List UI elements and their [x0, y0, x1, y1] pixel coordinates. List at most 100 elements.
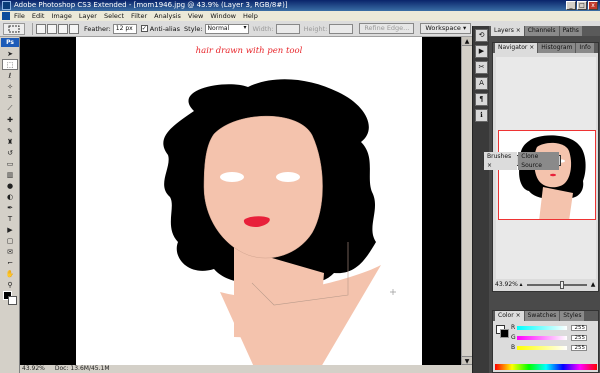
- gradient-tool-icon[interactable]: ▥: [2, 169, 18, 180]
- feather-input[interactable]: 12 px: [112, 23, 137, 34]
- eraser-tool-icon[interactable]: ▭: [2, 158, 18, 169]
- background-color-swatch[interactable]: [8, 296, 17, 305]
- zoom-out-icon[interactable]: ▴: [517, 281, 525, 288]
- move-tool-icon[interactable]: ➤: [2, 48, 18, 59]
- width-input[interactable]: [275, 23, 300, 34]
- menu-edit[interactable]: Edit: [32, 12, 45, 20]
- left-eye: [220, 172, 244, 182]
- green-slider-row: G 255: [511, 334, 597, 341]
- add-selection-icon[interactable]: [47, 23, 57, 34]
- style-select[interactable]: Normal: [204, 23, 249, 34]
- toolbox: Ps ➤ ⬚ ℓ ✧ ⌗ ⟋ ✚ ✎ ♜ ↺ ▭ ▥ ● ◐ ✒ T ▶ ▢ ✉ ⌐ ✋ ⚲: [0, 37, 20, 373]
- new-selection-icon[interactable]: [36, 23, 46, 34]
- actions-icon[interactable]: ▶: [475, 45, 488, 58]
- green-slider[interactable]: [517, 335, 567, 340]
- window-controls: _ □ x: [566, 1, 598, 10]
- minimize-button[interactable]: _: [566, 1, 576, 10]
- red-slider[interactable]: [517, 325, 567, 330]
- blue-value[interactable]: 255: [571, 344, 587, 351]
- navigator-thumbnail[interactable]: [498, 130, 596, 220]
- history-brush-tool-icon[interactable]: ↺: [2, 147, 18, 158]
- subtract-selection-icon[interactable]: [58, 23, 68, 34]
- info-icon[interactable]: ℹ: [475, 109, 488, 122]
- tab-styles[interactable]: Styles: [560, 311, 585, 321]
- crop-tool-icon[interactable]: ⌗: [2, 92, 18, 103]
- close-button[interactable]: x: [588, 1, 598, 10]
- intersect-selection-icon[interactable]: [69, 23, 79, 34]
- photoshop-window: Adobe Photoshop CS3 Extended - [mom1946.…: [0, 0, 600, 373]
- color-spectrum-bar[interactable]: [495, 364, 597, 370]
- lasso-tool-icon[interactable]: ℓ: [2, 70, 18, 81]
- character-icon[interactable]: A: [475, 77, 488, 90]
- menu-image[interactable]: Image: [51, 12, 71, 20]
- slice-tool-icon[interactable]: ⟋: [2, 103, 18, 114]
- tab-swatches[interactable]: Swatches: [524, 311, 560, 321]
- path-selection-tool-icon[interactable]: ▶: [2, 224, 18, 235]
- marquee-tool-icon[interactable]: ⬚: [2, 59, 18, 70]
- zoom-tool-icon[interactable]: ⚲: [2, 279, 18, 290]
- color-panel-background-swatch[interactable]: [500, 329, 509, 338]
- menu-bar: File Edit Image Layer Select Filter Anal…: [0, 11, 600, 21]
- red-value[interactable]: 255: [571, 324, 587, 331]
- zoom-in-icon[interactable]: ▲: [589, 281, 597, 288]
- paragraph-icon[interactable]: ¶: [475, 93, 488, 106]
- menu-analysis[interactable]: Analysis: [154, 12, 181, 20]
- slider-knob[interactable]: [560, 280, 564, 289]
- history-icon[interactable]: ⟲: [475, 29, 488, 42]
- menu-window[interactable]: Window: [210, 12, 236, 20]
- clone-stamp-tool-icon[interactable]: ♜: [2, 136, 18, 147]
- healing-brush-tool-icon[interactable]: ✚: [2, 114, 18, 125]
- refine-edge-button[interactable]: Refine Edge...: [359, 23, 415, 34]
- blur-tool-icon[interactable]: ●: [2, 180, 18, 191]
- portrait-artwork: [163, 79, 396, 365]
- tab-channels[interactable]: Channels: [524, 26, 559, 36]
- workspace-button[interactable]: Workspace ▾: [420, 23, 472, 34]
- height-label: Height:: [303, 24, 328, 33]
- type-tool-icon[interactable]: T: [2, 213, 18, 224]
- vertical-scrollbar[interactable]: ▲ ▼: [461, 37, 472, 365]
- tab-histogram[interactable]: Histogram: [538, 43, 576, 53]
- menu-select[interactable]: Select: [104, 12, 124, 20]
- separator: [32, 22, 33, 35]
- height-input[interactable]: [329, 23, 354, 34]
- navigator-zoom-slider[interactable]: [527, 280, 587, 289]
- notes-tool-icon[interactable]: ✉: [2, 246, 18, 257]
- tab-color[interactable]: Color ×: [495, 311, 524, 321]
- color-panel: Color × Swatches Styles R 255 G 255 B 25…: [492, 310, 599, 373]
- green-value[interactable]: 255: [571, 334, 587, 341]
- tool-presets-icon[interactable]: ✂: [475, 61, 488, 74]
- tab-info[interactable]: Info: [576, 43, 594, 53]
- eyedropper-tool-icon[interactable]: ⌐: [2, 257, 18, 268]
- canvas[interactable]: hair drawn with pen tool: [76, 37, 422, 365]
- scroll-up-icon[interactable]: ▲: [462, 37, 472, 46]
- brush-tool-icon[interactable]: ✎: [2, 125, 18, 136]
- menu-filter[interactable]: Filter: [131, 12, 147, 20]
- tab-layers[interactable]: Layers ×: [491, 26, 524, 36]
- tab-paths[interactable]: Paths: [559, 26, 582, 36]
- hand-tool-icon[interactable]: ✋: [2, 268, 18, 279]
- menu-help[interactable]: Help: [243, 12, 258, 20]
- width-label: Width:: [252, 24, 274, 33]
- right-eye: [276, 172, 300, 182]
- menu-layer[interactable]: Layer: [79, 12, 97, 20]
- tab-clone-source[interactable]: Clone Source: [518, 151, 559, 170]
- pen-tool-icon[interactable]: ✒: [2, 202, 18, 213]
- scroll-down-icon[interactable]: ▼: [462, 356, 472, 365]
- tool-list: ➤ ⬚ ℓ ✧ ⌗ ⟋ ✚ ✎ ♜ ↺ ▭ ▥ ● ◐ ✒ T ▶ ▢ ✉ ⌐ ✋ ⚲: [0, 48, 19, 290]
- maximize-button[interactable]: □: [577, 1, 587, 10]
- tab-brushes[interactable]: Brushes ×: [484, 151, 518, 170]
- tab-navigator[interactable]: Navigator ×: [495, 43, 538, 53]
- tool-preset-picker[interactable]: [3, 22, 25, 35]
- brushes-floating-panel[interactable]: Brushes × Clone Source: [483, 151, 561, 170]
- zoom-level[interactable]: 43.92%: [22, 365, 45, 373]
- document-window: hair drawn with pen tool ▲ ▼: [20, 37, 472, 373]
- ps-logo-icon: [2, 12, 10, 20]
- dodge-tool-icon[interactable]: ◐: [2, 191, 18, 202]
- shape-tool-icon[interactable]: ▢: [2, 235, 18, 246]
- navigator-zoom-value[interactable]: 43.92%: [495, 281, 518, 288]
- menu-file[interactable]: File: [14, 12, 25, 20]
- menu-view[interactable]: View: [188, 12, 203, 20]
- blue-slider[interactable]: [517, 345, 567, 350]
- antialias-checkbox[interactable]: ✓: [140, 25, 148, 32]
- quick-selection-tool-icon[interactable]: ✧: [2, 81, 18, 92]
